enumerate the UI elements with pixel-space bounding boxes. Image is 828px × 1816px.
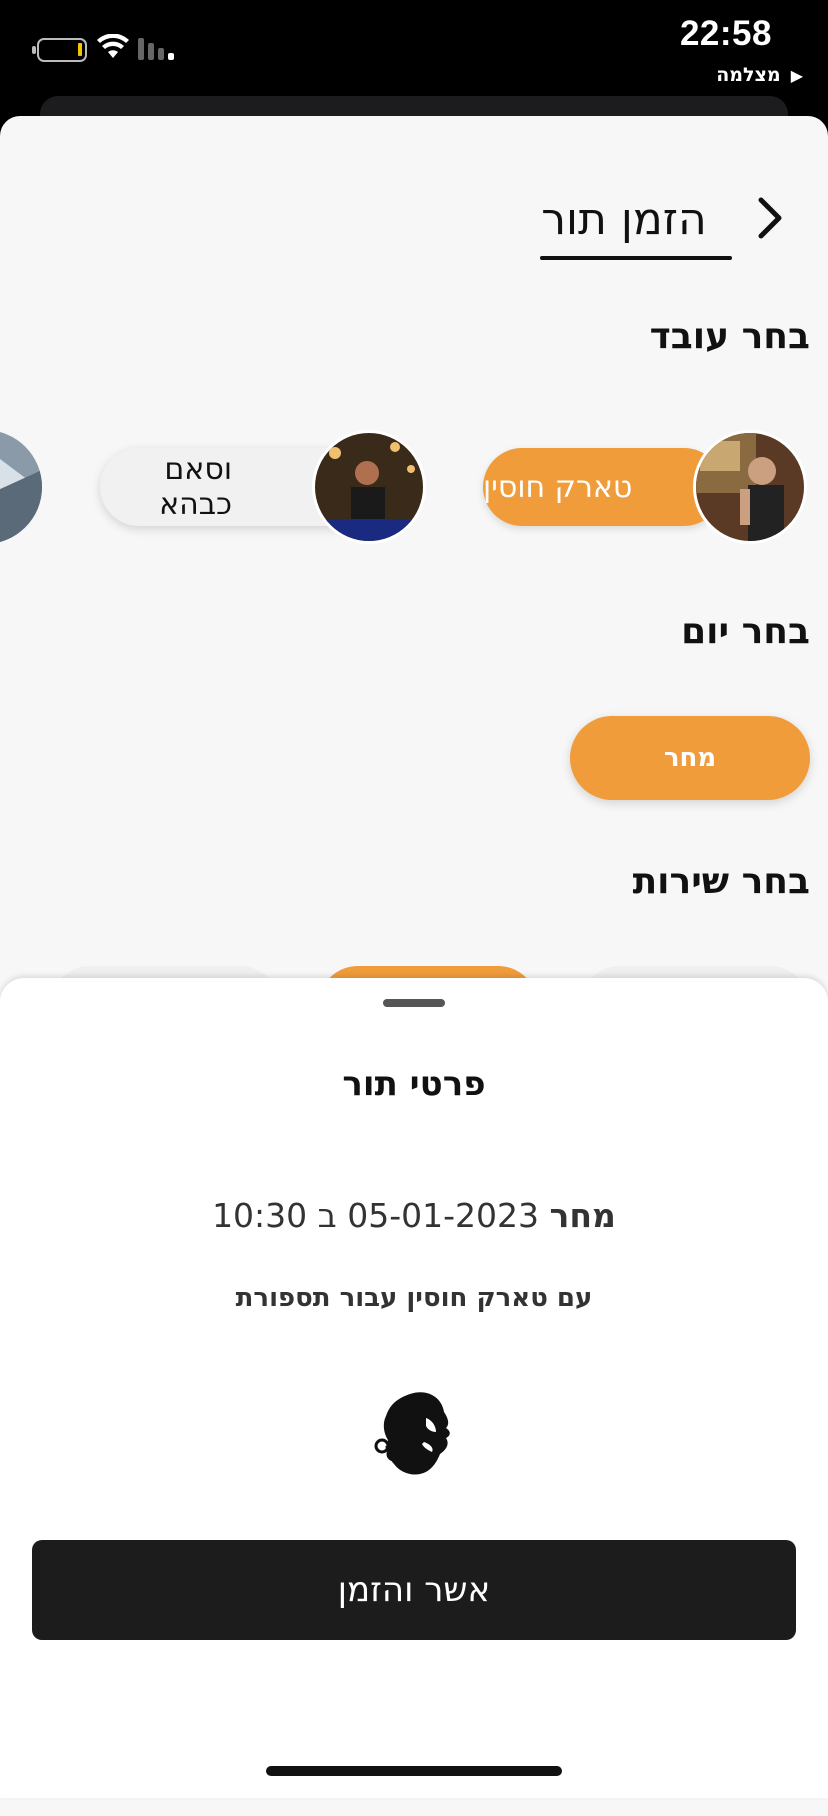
employee-photo-3 [0, 430, 42, 544]
employee-pill-selected[interactable]: טארק חוסין [483, 448, 723, 526]
avatar[interactable] [312, 430, 426, 544]
back-button[interactable] [740, 188, 800, 248]
employee-name: וסאם כבהא [159, 452, 232, 522]
barber-logo-icon [374, 1392, 450, 1475]
day-section-title: בחר יום [681, 611, 810, 652]
employee-section-title: בחר עובד [649, 316, 810, 357]
confirm-book-button[interactable]: אשר והזמן [32, 1540, 796, 1640]
service-section-title: בחר שירות [632, 861, 810, 902]
day-option-tomorrow[interactable]: מחר [570, 716, 810, 800]
sheet-grabber[interactable] [383, 999, 445, 1007]
status-time: 22:58 [679, 14, 772, 53]
chevron-right-icon [758, 197, 782, 239]
home-indicator [266, 1766, 562, 1776]
avatar[interactable] [693, 430, 807, 544]
back-to-app-link[interactable]: ▶ מצלמה [716, 64, 803, 86]
back-to-app-label: מצלמה [716, 64, 781, 86]
summary-datetime: מחר 05-01-2023 ב 10:30 [0, 1196, 828, 1235]
summary-with-text: עם טארק חוסין עבור תספורת [235, 1283, 593, 1313]
play-triangle-icon: ▶ [790, 66, 803, 85]
cellular-signal-icon [138, 38, 174, 60]
avatar[interactable] [0, 430, 42, 544]
summary-day-word: מחר [549, 1196, 616, 1235]
summary-title: פרטי תור [342, 1064, 486, 1104]
wifi-icon [97, 34, 129, 58]
page-title: הזמן תור [541, 194, 707, 245]
employee-photo-1 [696, 433, 804, 541]
title-underline [540, 256, 732, 260]
employee-name: טארק חוסין [483, 469, 633, 505]
battery-low-icon [32, 38, 87, 62]
summary-date-time: 05-01-2023 ב 10:30 [212, 1196, 540, 1235]
booking-summary-sheet: פרטי תור מחר 05-01-2023 ב 10:30 עם טארק … [0, 978, 828, 1798]
employee-photo-2 [315, 433, 423, 541]
